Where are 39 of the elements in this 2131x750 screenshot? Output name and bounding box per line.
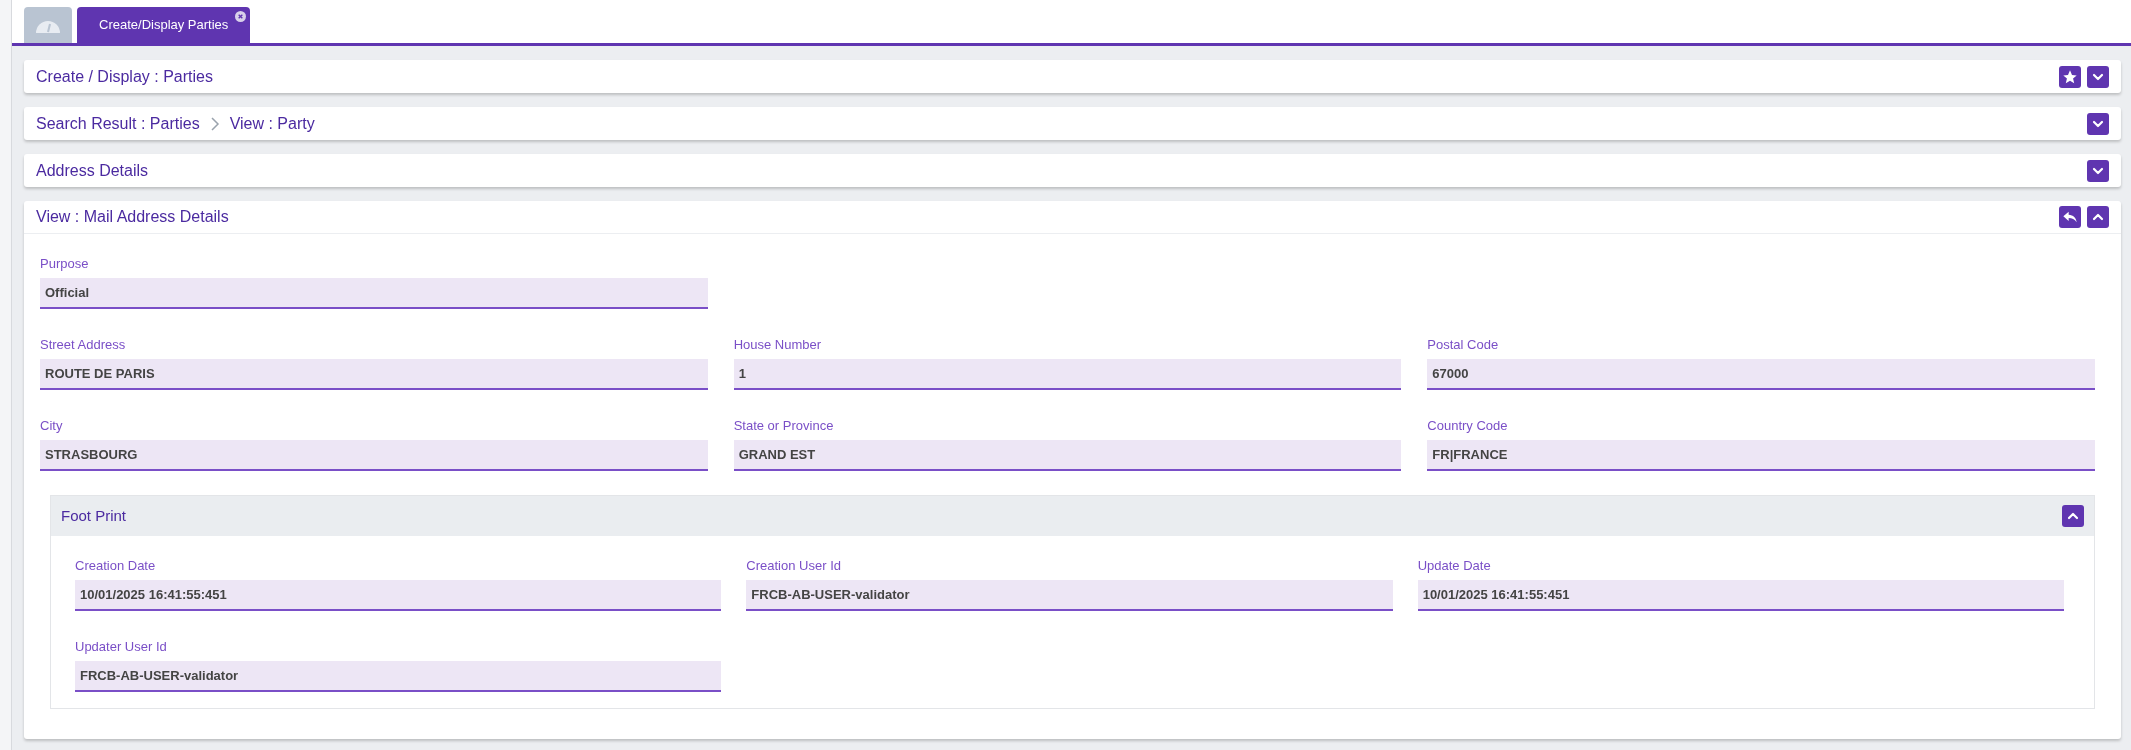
collapse-button[interactable]	[2087, 206, 2109, 228]
field-label: Update Date	[1417, 558, 1492, 574]
field-label: Creation User Id	[746, 558, 842, 574]
input-field[interactable]: 67000	[1427, 359, 2095, 390]
input-field[interactable]: ROUTE DE PARIS	[40, 359, 708, 390]
field-label: City	[40, 418, 64, 434]
input-field[interactable]: 1	[733, 359, 1402, 390]
panel-title: View : Mail Address Details	[36, 207, 229, 227]
input-field[interactable]: FRCB-AB-USER-validator	[75, 661, 722, 692]
input-field[interactable]: STRASBOURG	[40, 440, 708, 471]
field-label: Updater User Id	[75, 639, 168, 655]
back-button[interactable]	[2059, 206, 2081, 228]
close-icon[interactable]	[235, 11, 247, 22]
input-field[interactable]: FR|FRANCE	[1427, 440, 2095, 471]
chevron-right-icon	[209, 115, 220, 132]
favorite-button[interactable]	[2059, 65, 2081, 88]
section-title: Foot Print	[61, 505, 128, 526]
field-label: Creation Date	[75, 558, 157, 574]
input-field[interactable]: 10/01/2025 16:41:55:451	[1417, 580, 2064, 611]
tab[interactable]: Create/Display Parties	[77, 7, 251, 43]
field-label: Street Address	[40, 337, 127, 353]
collapse-button[interactable]	[2062, 505, 2084, 527]
input-field[interactable]: 10/01/2025 16:41:55:451	[75, 580, 722, 611]
field-label: Purpose	[40, 256, 90, 272]
star-icon	[2062, 68, 2078, 85]
breadcrumb-link[interactable]: Search Result : Parties	[36, 111, 200, 136]
input-field[interactable]: Official	[40, 278, 708, 309]
input-field[interactable]: GRAND EST	[733, 440, 1402, 471]
field-label: House Number	[733, 337, 823, 353]
field-label: Postal Code	[1427, 337, 1500, 353]
field-label: Country Code	[1427, 418, 1509, 434]
expand-button[interactable]	[2087, 65, 2109, 88]
expand-button[interactable]	[2087, 112, 2109, 135]
panel-title: Address Details	[36, 160, 149, 181]
field-label: State or Province	[733, 418, 835, 434]
panel-title: Create / Display : Parties	[36, 66, 213, 87]
input-field[interactable]: FRCB-AB-USER-validator	[746, 580, 1393, 611]
breadcrumb-link[interactable]: View : Party	[229, 111, 315, 136]
expand-button[interactable]	[2087, 159, 2109, 182]
